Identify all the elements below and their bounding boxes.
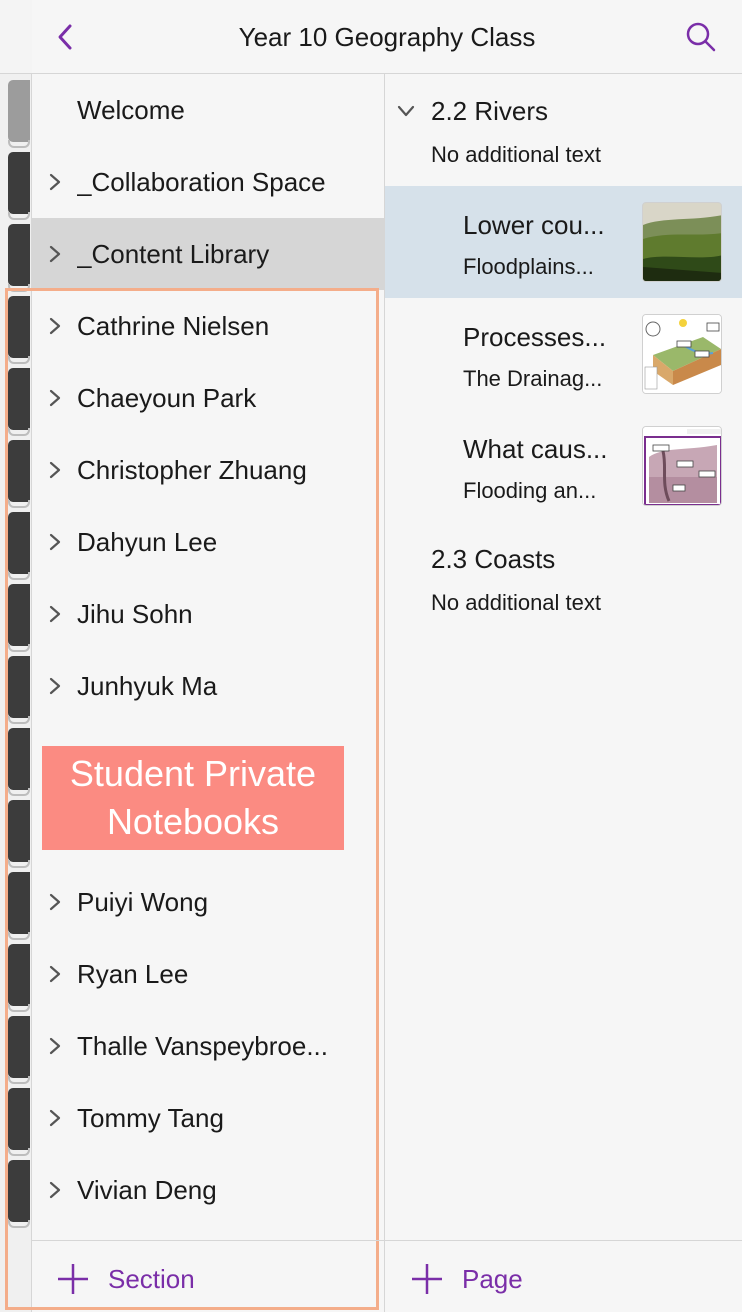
plus-icon <box>412 1264 442 1294</box>
plus-icon <box>58 1264 88 1294</box>
sections-list: Welcome _Collaboration Space _Content Li… <box>32 74 384 1240</box>
student-private-notebooks-callout: Student Private Notebooks <box>42 746 344 850</box>
section-item-student[interactable]: Dahyun Lee <box>32 506 384 578</box>
chevron-right-icon[interactable] <box>48 1108 62 1128</box>
notebook-tab[interactable] <box>8 80 30 148</box>
section-item-welcome[interactable]: Welcome <box>32 74 384 146</box>
page-title: What caus... <box>463 434 608 464</box>
section-label: Welcome <box>77 95 185 125</box>
notebook-tab[interactable] <box>8 440 30 508</box>
chevron-right-icon[interactable] <box>48 1036 62 1056</box>
search-icon <box>686 22 716 52</box>
section-label: Christopher Zhuang <box>77 455 307 485</box>
page-thumbnail <box>642 426 722 506</box>
section-group-coasts[interactable]: 2.3 Coasts No additional text <box>385 522 742 632</box>
page-item[interactable]: Processes... The Drainag... <box>385 298 742 410</box>
notebook-tab[interactable] <box>8 296 30 364</box>
top-bar: Year 10 Geography Class <box>32 0 742 74</box>
add-page-label: Page <box>462 1264 523 1294</box>
notebook-tab[interactable] <box>8 368 30 436</box>
diagram-thumbnail-image <box>643 315 721 393</box>
section-label: Chaeyoun Park <box>77 383 257 413</box>
section-label: Dahyun Lee <box>77 527 218 557</box>
section-label: Tommy Tang <box>77 1103 224 1133</box>
section-item-student[interactable]: Cathrine Nielsen <box>32 290 384 362</box>
notebook-tab[interactable] <box>8 944 30 1012</box>
notebook-tab[interactable] <box>8 224 30 292</box>
diagram-thumbnail-image <box>643 427 721 505</box>
callout-line-1: Student Private <box>69 753 317 794</box>
sections-footer-divider <box>32 1240 384 1241</box>
chevron-down-icon[interactable] <box>397 104 415 118</box>
chevron-right-icon[interactable] <box>48 676 62 696</box>
section-label: Cathrine Nielsen <box>77 311 270 341</box>
section-item-student[interactable]: Ryan Lee <box>32 938 384 1010</box>
section-label: Junhyuk Ma <box>77 671 218 701</box>
notebook-tab[interactable] <box>8 800 30 868</box>
chevron-right-icon[interactable] <box>48 604 62 624</box>
page-thumbnail <box>642 202 722 282</box>
section-item-content-library[interactable]: _Content Library <box>32 218 384 290</box>
section-label: Puiyi Wong <box>77 887 209 917</box>
chevron-right-icon[interactable] <box>48 532 62 552</box>
section-label: Jihu Sohn <box>77 599 193 629</box>
section-item-student[interactable]: Puiyi Wong <box>32 866 384 938</box>
section-item-student[interactable]: Vivian Deng <box>32 1154 384 1226</box>
section-item-student[interactable]: Chaeyoun Park <box>32 362 384 434</box>
chevron-right-icon[interactable] <box>48 1180 62 1200</box>
section-item-student[interactable]: Thalle Vanspeybroe... <box>32 1010 384 1082</box>
section-group-title: 2.2 Rivers <box>431 96 549 126</box>
section-item-student[interactable]: Junhyuk Ma <box>32 650 384 722</box>
section-label: Ryan Lee <box>77 959 189 989</box>
page-preview: Floodplains... <box>463 254 594 279</box>
notebook-tab[interactable] <box>8 152 30 220</box>
page-title: Processes... <box>463 322 607 352</box>
landscape-thumbnail-image <box>643 203 721 281</box>
pages-list: 2.2 Rivers No additional text Lower cou.… <box>385 74 742 1240</box>
section-item-collaboration-space[interactable]: _Collaboration Space <box>32 146 384 218</box>
page-preview: Flooding an... <box>463 478 597 503</box>
chevron-right-icon[interactable] <box>48 388 62 408</box>
chevron-right-icon[interactable] <box>48 172 62 192</box>
chevron-right-icon[interactable] <box>48 892 62 912</box>
notebook-tab[interactable] <box>8 512 30 580</box>
add-section-label: Section <box>108 1264 195 1294</box>
callout-line-2: Notebooks <box>106 801 280 842</box>
section-label: _Content Library <box>77 239 270 269</box>
notebook-tab[interactable] <box>8 584 30 652</box>
section-item-student[interactable]: Jihu Sohn <box>32 578 384 650</box>
search-button[interactable] <box>684 20 718 54</box>
section-item-student[interactable]: Christopher Zhuang <box>32 434 384 506</box>
pages-footer-divider <box>385 1240 742 1241</box>
strip-header <box>0 0 32 74</box>
notebook-tab[interactable] <box>8 1088 30 1156</box>
page-title: Lower cou... <box>463 210 605 240</box>
section-group-subtitle: No additional text <box>431 142 601 167</box>
section-item-student[interactable]: Tommy Tang <box>32 1082 384 1154</box>
page-item[interactable]: Lower cou... Floodplains... <box>385 186 742 298</box>
chevron-right-icon[interactable] <box>48 316 62 336</box>
section-group-title: 2.3 Coasts <box>431 544 556 574</box>
page-preview: The Drainag... <box>463 366 603 391</box>
notebook-tabs-strip <box>0 0 32 1312</box>
section-label: Vivian Deng <box>77 1175 217 1205</box>
add-page-button[interactable]: Page <box>410 1250 610 1310</box>
chevron-right-icon[interactable] <box>48 964 62 984</box>
chevron-right-icon[interactable] <box>48 244 62 264</box>
add-section-button[interactable]: Section <box>56 1250 256 1310</box>
notebook-title: Year 10 Geography Class <box>238 22 536 52</box>
page-item[interactable]: What caus... Flooding an... <box>385 410 742 522</box>
notebook-tab[interactable] <box>8 728 30 796</box>
section-label: _Collaboration Space <box>77 167 326 197</box>
section-label: Thalle Vanspeybroe... <box>77 1031 328 1061</box>
section-group-subtitle: No additional text <box>431 590 601 615</box>
notebook-tab[interactable] <box>8 1160 30 1228</box>
notebook-tab[interactable] <box>8 1016 30 1084</box>
notebook-tab[interactable] <box>8 656 30 724</box>
page-thumbnail <box>642 314 722 394</box>
notebook-tab[interactable] <box>8 872 30 940</box>
section-group-rivers[interactable]: 2.2 Rivers No additional text <box>385 74 742 184</box>
chevron-right-icon[interactable] <box>48 460 62 480</box>
